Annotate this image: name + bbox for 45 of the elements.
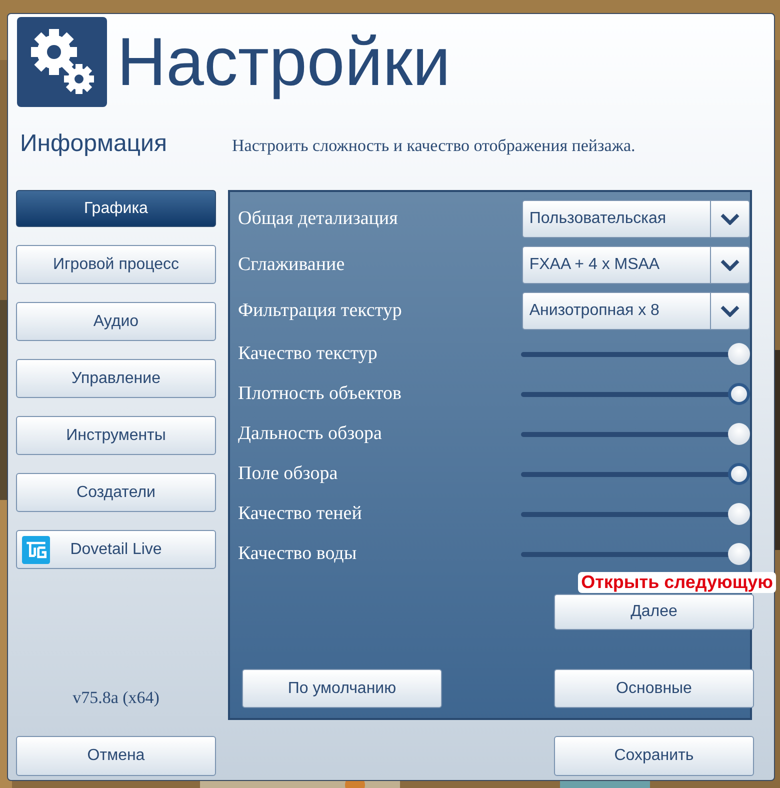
basic-button[interactable]: Основные [554, 669, 754, 708]
setting-label: Поле обзора [238, 463, 339, 485]
slider-thumb[interactable] [728, 383, 750, 405]
version-text: v75.8a (x64) [72, 688, 160, 709]
sidebar-tab[interactable]: Создатели [16, 473, 216, 512]
slider-thumb[interactable] [728, 543, 750, 565]
sidebar-tab[interactable]: Аудио [16, 302, 216, 341]
slider-thumb[interactable] [728, 463, 750, 485]
setting-label: Качество воды [238, 543, 358, 565]
logo-icon [22, 536, 50, 564]
sidebar-tab[interactable]: Игровой процесс [16, 245, 216, 284]
dropdown[interactable]: FXAA + 4 x MSAA [522, 246, 750, 284]
slider[interactable] [520, 422, 750, 446]
cancel-button[interactable]: Отмена [16, 736, 216, 776]
next-button[interactable]: Далее [554, 594, 754, 630]
setting-label: Качество текстур [238, 343, 378, 365]
slider[interactable] [520, 542, 750, 566]
slider[interactable] [520, 342, 750, 366]
section-description: Настроить сложность и качество отображения пейзажа. [232, 136, 636, 156]
chevron-down-icon [720, 305, 740, 317]
setting-label: Качество теней [238, 503, 363, 525]
slider[interactable] [520, 382, 750, 406]
dropdown[interactable]: Анизотропная x 8 [522, 292, 750, 330]
chevron-down-icon [720, 259, 740, 271]
setting-label: Сглаживание [238, 254, 346, 276]
setting-label: Плотность объектов [238, 383, 403, 405]
save-button[interactable]: Сохранить [554, 736, 754, 776]
chevron-down-icon [720, 213, 740, 225]
gears-icon [17, 17, 107, 107]
setting-label: Фильтрация текстур [238, 300, 403, 322]
sidebar-tab[interactable]: Управление [16, 359, 216, 398]
sidebar-tab[interactable]: Графика [16, 190, 216, 227]
setting-label: Общая детализация [238, 208, 399, 230]
sidebar-tab[interactable]: Dovetail Live [16, 530, 216, 569]
annotation-text: Открыть следующую [578, 572, 776, 593]
defaults-button[interactable]: По умолчанию [242, 669, 442, 708]
setting-label: Дальность обзора [238, 423, 383, 445]
sidebar-tab[interactable]: Инструменты [16, 416, 216, 455]
slider-thumb[interactable] [728, 343, 750, 365]
slider[interactable] [520, 502, 750, 526]
slider-thumb[interactable] [728, 423, 750, 445]
dropdown[interactable]: Пользовательская [522, 200, 750, 238]
slider[interactable] [520, 462, 750, 486]
section-title: Информация [20, 130, 168, 158]
slider-thumb[interactable] [728, 503, 750, 525]
